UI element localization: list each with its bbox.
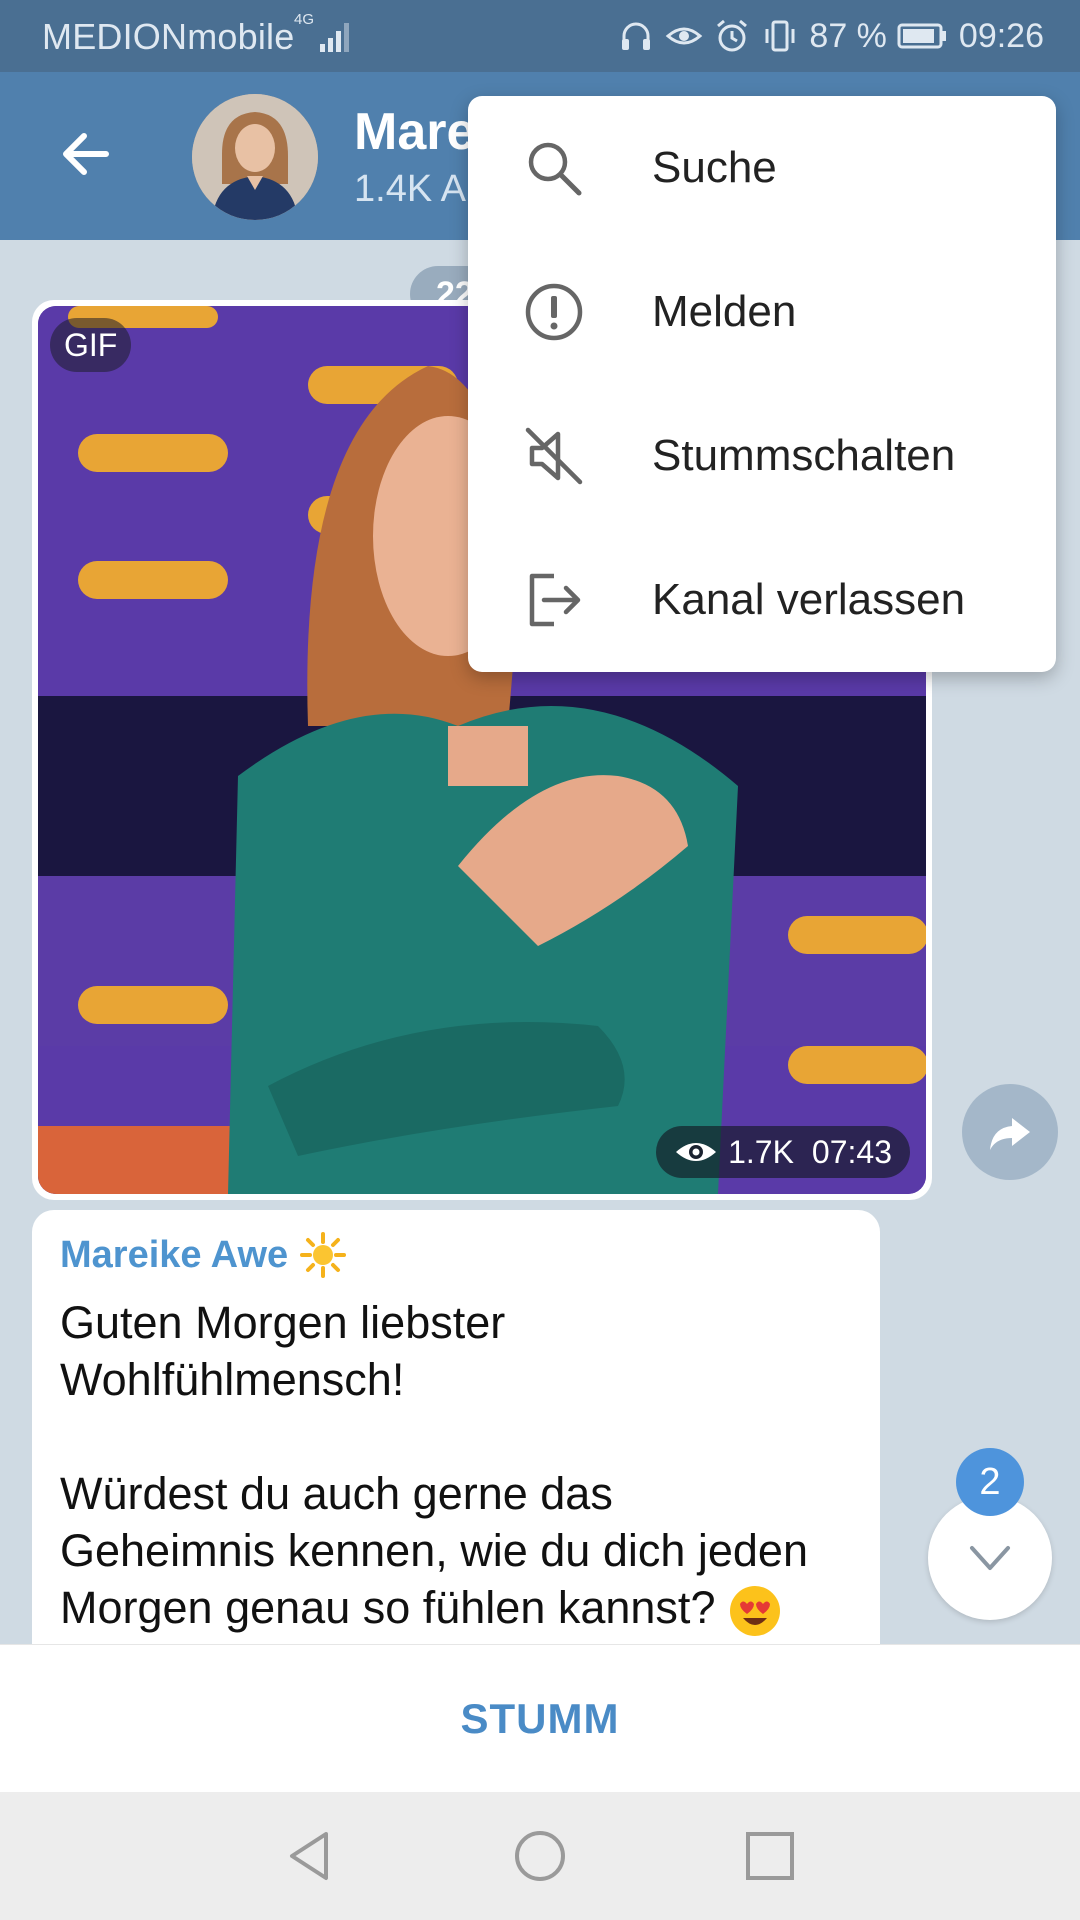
menu-item-label: Melden: [652, 287, 797, 336]
share-arrow-icon: [990, 1118, 1030, 1150]
channel-subscriber-count: 1.4K A: [354, 168, 466, 210]
text-message[interactable]: Mareike Awe Guten Morgen liebster Wohlfü…: [32, 1210, 880, 1644]
menu-item-leave-channel[interactable]: Kanal verlassen: [468, 528, 1056, 672]
search-icon: [528, 142, 582, 196]
sender-name: Mareike Awe: [60, 1233, 289, 1276]
message-line: Würdest du auch gerne das: [60, 1468, 613, 1519]
menu-item-mute[interactable]: Stummschalten: [468, 384, 1056, 528]
menu-item-label: Stummschalten: [652, 431, 956, 480]
status-bar: MEDIONmobile 4G 87 % 09:26: [0, 0, 1080, 72]
battery-icon: [897, 23, 946, 49]
message-line: Morgen genau so fühlen kannst?: [60, 1582, 716, 1633]
eye-icon: [666, 27, 703, 45]
headset-icon: [622, 22, 651, 50]
menu-item-label: Kanal verlassen: [652, 575, 966, 624]
channel-title[interactable]: Mare: [354, 102, 475, 162]
clock: 09:26: [958, 16, 1044, 55]
bottom-bar: STUMM: [0, 1644, 1080, 1792]
menu-item-report[interactable]: Melden: [468, 240, 1056, 384]
message-time: 07:43: [811, 1134, 892, 1170]
message-sender[interactable]: Mareike Awe: [60, 1232, 852, 1278]
message-line: Wohlfühlmensch!: [60, 1354, 405, 1405]
nav-home-icon[interactable]: [512, 1828, 568, 1884]
mute-icon: [525, 427, 583, 485]
nav-recents-icon[interactable]: [742, 1828, 798, 1884]
share-button[interactable]: [962, 1084, 1058, 1180]
report-icon: [525, 283, 583, 341]
battery-percent: 87 %: [809, 16, 887, 55]
leave-icon: [529, 573, 581, 627]
menu-item-search[interactable]: Suche: [468, 96, 1056, 240]
nav-back-icon[interactable]: [282, 1828, 338, 1884]
heart-eyes-emoji-icon: [729, 1586, 780, 1637]
alarm-icon: [717, 19, 748, 52]
gif-badge: GIF: [50, 318, 132, 372]
system-navigation-bar: [0, 1792, 1080, 1920]
chevron-down-icon: [970, 1546, 1010, 1570]
eye-icon: [676, 1143, 717, 1161]
overflow-menu: Suche Melden Stummschalten Kanal verlass…: [468, 96, 1056, 672]
carrier-name: MEDIONmobile: [42, 16, 295, 57]
signal-icon: [320, 23, 349, 52]
sun-emoji-icon: [300, 1232, 347, 1278]
vibrate-icon: [765, 20, 795, 52]
network-type: 4G: [294, 11, 315, 28]
message-line: Geheimnis kennen, wie du dich jeden: [60, 1525, 808, 1576]
menu-item-label: Suche: [652, 143, 777, 192]
channel-avatar[interactable]: [192, 94, 318, 220]
message-line: Guten Morgen liebster: [60, 1297, 506, 1348]
views-badge: 1.7K 07:43: [656, 1126, 910, 1178]
mute-button[interactable]: STUMM: [0, 1645, 1080, 1793]
message-body: Guten Morgen liebster Wohlfühlmensch! Wü…: [60, 1294, 852, 1638]
unread-badge: 2: [956, 1448, 1024, 1516]
back-arrow-icon[interactable]: [56, 124, 116, 184]
view-count: 1.7K: [728, 1134, 794, 1170]
